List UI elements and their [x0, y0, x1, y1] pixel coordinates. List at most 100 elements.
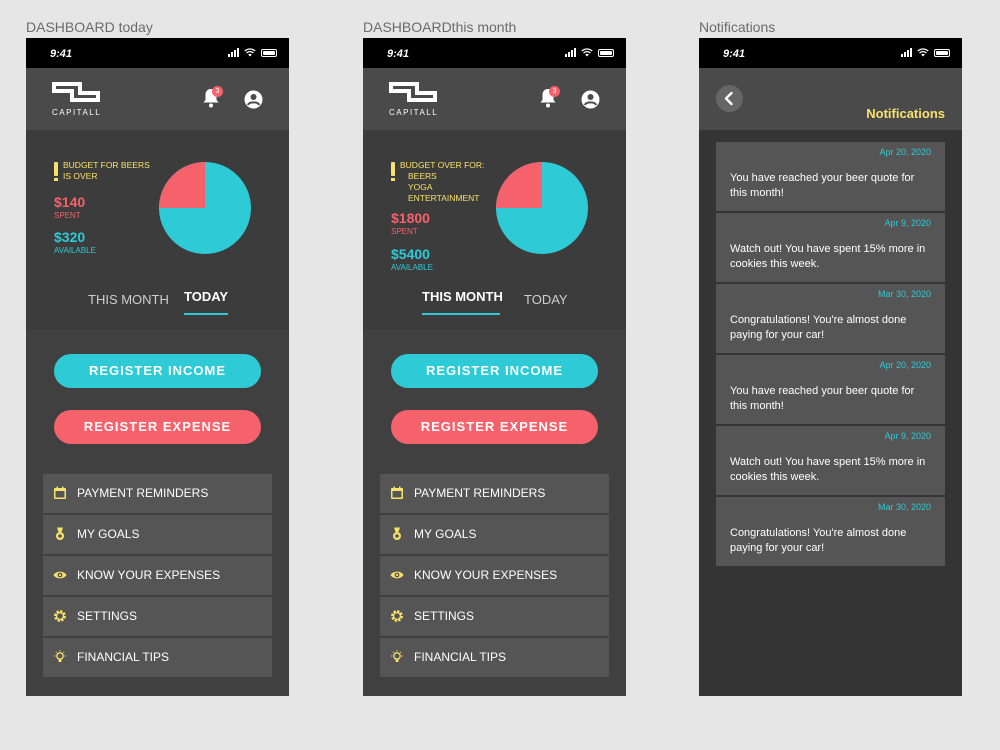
notification-date: Apr 20, 2020	[879, 147, 931, 157]
notification-date: Mar 30, 2020	[877, 289, 931, 299]
active-tab-indicator	[422, 313, 500, 315]
active-tab-indicator	[184, 313, 228, 315]
lightbulb-icon	[54, 650, 66, 662]
menu-item-label: FINANCIAL TIPS	[414, 650, 507, 664]
status-bar: 9:41	[363, 38, 626, 68]
notification-card[interactable]: Apr 9, 2020 Watch out! You have spent 15…	[716, 426, 945, 495]
notification-date: Apr 9, 2020	[884, 431, 931, 441]
notification-text: You have reached your beer quote for thi…	[730, 385, 915, 412]
notification-text: You have reached your beer quote for thi…	[730, 172, 915, 199]
budget-warning-item: BEERS	[408, 171, 437, 181]
signal-icon	[901, 48, 912, 57]
notification-card[interactable]: Apr 20, 2020 You have reached your beer …	[716, 142, 945, 211]
logo-text: CAPITALL	[52, 108, 102, 117]
phone-dashboard-today: 9:41 CAPITALL 3 BUDGET FOR BEERS IS OVER…	[26, 38, 289, 696]
register-expense-button[interactable]: REGISTER EXPENSE	[54, 410, 261, 444]
page-title: Notifications	[866, 106, 945, 121]
budget-warning-title: BUDGET OVER FOR:	[400, 160, 485, 170]
wifi-icon	[581, 48, 593, 57]
tab-today[interactable]: TODAY	[524, 292, 568, 307]
medal-icon	[56, 527, 64, 540]
notification-date: Apr 9, 2020	[884, 218, 931, 228]
menu-item-my-goals[interactable]: MY GOALS	[43, 515, 272, 554]
menu-item-my-goals[interactable]: MY GOALS	[380, 515, 609, 554]
wifi-icon	[917, 48, 929, 57]
menu-item-label: KNOW YOUR EXPENSES	[77, 568, 221, 582]
app-header: CAPITALL 3	[363, 68, 626, 130]
notification-text: Congratulations! You're almost done payi…	[730, 527, 907, 554]
menu-item-label: MY GOALS	[77, 527, 140, 541]
calendar-icon	[54, 486, 66, 499]
logo-text: CAPITALL	[389, 108, 439, 117]
back-button[interactable]	[716, 85, 743, 112]
register-income-button[interactable]: REGISTER INCOME	[54, 354, 261, 388]
register-expense-button[interactable]: REGISTER EXPENSE	[391, 410, 598, 444]
main-menu: PAYMENT REMINDERS MY GOALS KNOW YOUR EXP…	[43, 474, 272, 679]
main-menu: PAYMENT REMINDERS MY GOALS KNOW YOUR EXP…	[380, 474, 609, 679]
notification-date: Mar 30, 2020	[877, 502, 931, 512]
gear-icon	[54, 610, 66, 622]
status-time: 9:41	[723, 48, 746, 60]
frame-title-notifications: Notifications	[699, 19, 776, 35]
menu-item-payment-reminders[interactable]: PAYMENT REMINDERS	[43, 474, 272, 513]
budget-pie-chart	[159, 162, 251, 254]
status-time: 9:41	[387, 48, 410, 60]
period-tabs: THIS MONTH TODAY	[26, 289, 289, 322]
notification-badge: 3	[549, 86, 560, 97]
spent-label: SPENT	[54, 211, 81, 220]
tab-this-month[interactable]: THIS MONTH	[422, 289, 503, 304]
wifi-icon	[244, 48, 256, 57]
menu-item-know-your-expenses[interactable]: KNOW YOUR EXPENSES	[380, 556, 609, 595]
medal-icon	[393, 527, 401, 540]
status-bar: 9:41	[699, 38, 962, 68]
account-circle-icon[interactable]	[581, 90, 600, 109]
register-income-button[interactable]: REGISTER INCOME	[391, 354, 598, 388]
eye-icon	[390, 571, 404, 579]
menu-item-financial-tips[interactable]: FINANCIAL TIPS	[380, 638, 609, 677]
signal-icon	[565, 48, 576, 57]
warning-icon	[54, 162, 58, 181]
available-label: AVAILABLE	[54, 246, 96, 255]
budget-warning: BUDGET OVER FOR: BEERS YOGA ENTERTAINMEN…	[400, 160, 490, 204]
pie-slice-spent	[496, 162, 542, 208]
capitall-logo: CAPITALL	[52, 82, 100, 117]
gear-icon	[391, 610, 403, 622]
tab-today[interactable]: TODAY	[184, 289, 228, 304]
budget-pie-chart	[496, 162, 588, 254]
notification-text: Congratulations! You're almost done payi…	[730, 314, 907, 341]
spent-label: SPENT	[391, 227, 418, 236]
menu-item-settings[interactable]: SETTINGS	[380, 597, 609, 636]
notification-date: Apr 20, 2020	[879, 360, 931, 370]
available-amount: $320	[54, 229, 86, 245]
calendar-icon	[391, 486, 403, 499]
notification-card[interactable]: Mar 30, 2020 Congratulations! You're alm…	[716, 284, 945, 353]
notifications-header: Notifications	[699, 68, 962, 130]
menu-item-settings[interactable]: SETTINGS	[43, 597, 272, 636]
menu-item-know-your-expenses[interactable]: KNOW YOUR EXPENSES	[43, 556, 272, 595]
notification-card[interactable]: Mar 30, 2020 Congratulations! You're alm…	[716, 497, 945, 566]
menu-item-payment-reminders[interactable]: PAYMENT REMINDERS	[380, 474, 609, 513]
status-time: 9:41	[50, 48, 73, 60]
budget-warning: BUDGET FOR BEERS IS OVER	[63, 160, 150, 181]
notifications-body: Apr 20, 2020 You have reached your beer …	[699, 130, 962, 696]
battery-icon	[598, 48, 614, 57]
tab-this-month[interactable]: THIS MONTH	[88, 292, 169, 307]
budget-warning-item: ENTERTAINMENT	[408, 193, 480, 203]
eye-icon	[53, 571, 67, 579]
chevron-left-icon	[724, 91, 733, 106]
budget-summary: BUDGET FOR BEERS IS OVER $140 SPENT $320…	[26, 130, 289, 330]
notification-card[interactable]: Apr 9, 2020 Watch out! You have spent 15…	[716, 213, 945, 282]
phone-notifications: 9:41 Notifications Apr 20, 2020 You have…	[699, 38, 962, 696]
menu-item-label: PAYMENT REMINDERS	[77, 486, 209, 500]
notification-card[interactable]: Apr 20, 2020 You have reached your beer …	[716, 355, 945, 424]
signal-icon	[228, 48, 239, 57]
budget-summary: BUDGET OVER FOR: BEERS YOGA ENTERTAINMEN…	[363, 130, 626, 330]
account-circle-icon[interactable]	[244, 90, 263, 109]
status-icons	[901, 48, 950, 57]
notification-list: Apr 20, 2020 You have reached your beer …	[716, 142, 945, 568]
menu-item-label: MY GOALS	[414, 527, 477, 541]
notification-badge: 3	[212, 86, 223, 97]
pie-slice-spent	[159, 162, 205, 208]
menu-item-financial-tips[interactable]: FINANCIAL TIPS	[43, 638, 272, 677]
capitall-logo: CAPITALL	[389, 82, 437, 117]
